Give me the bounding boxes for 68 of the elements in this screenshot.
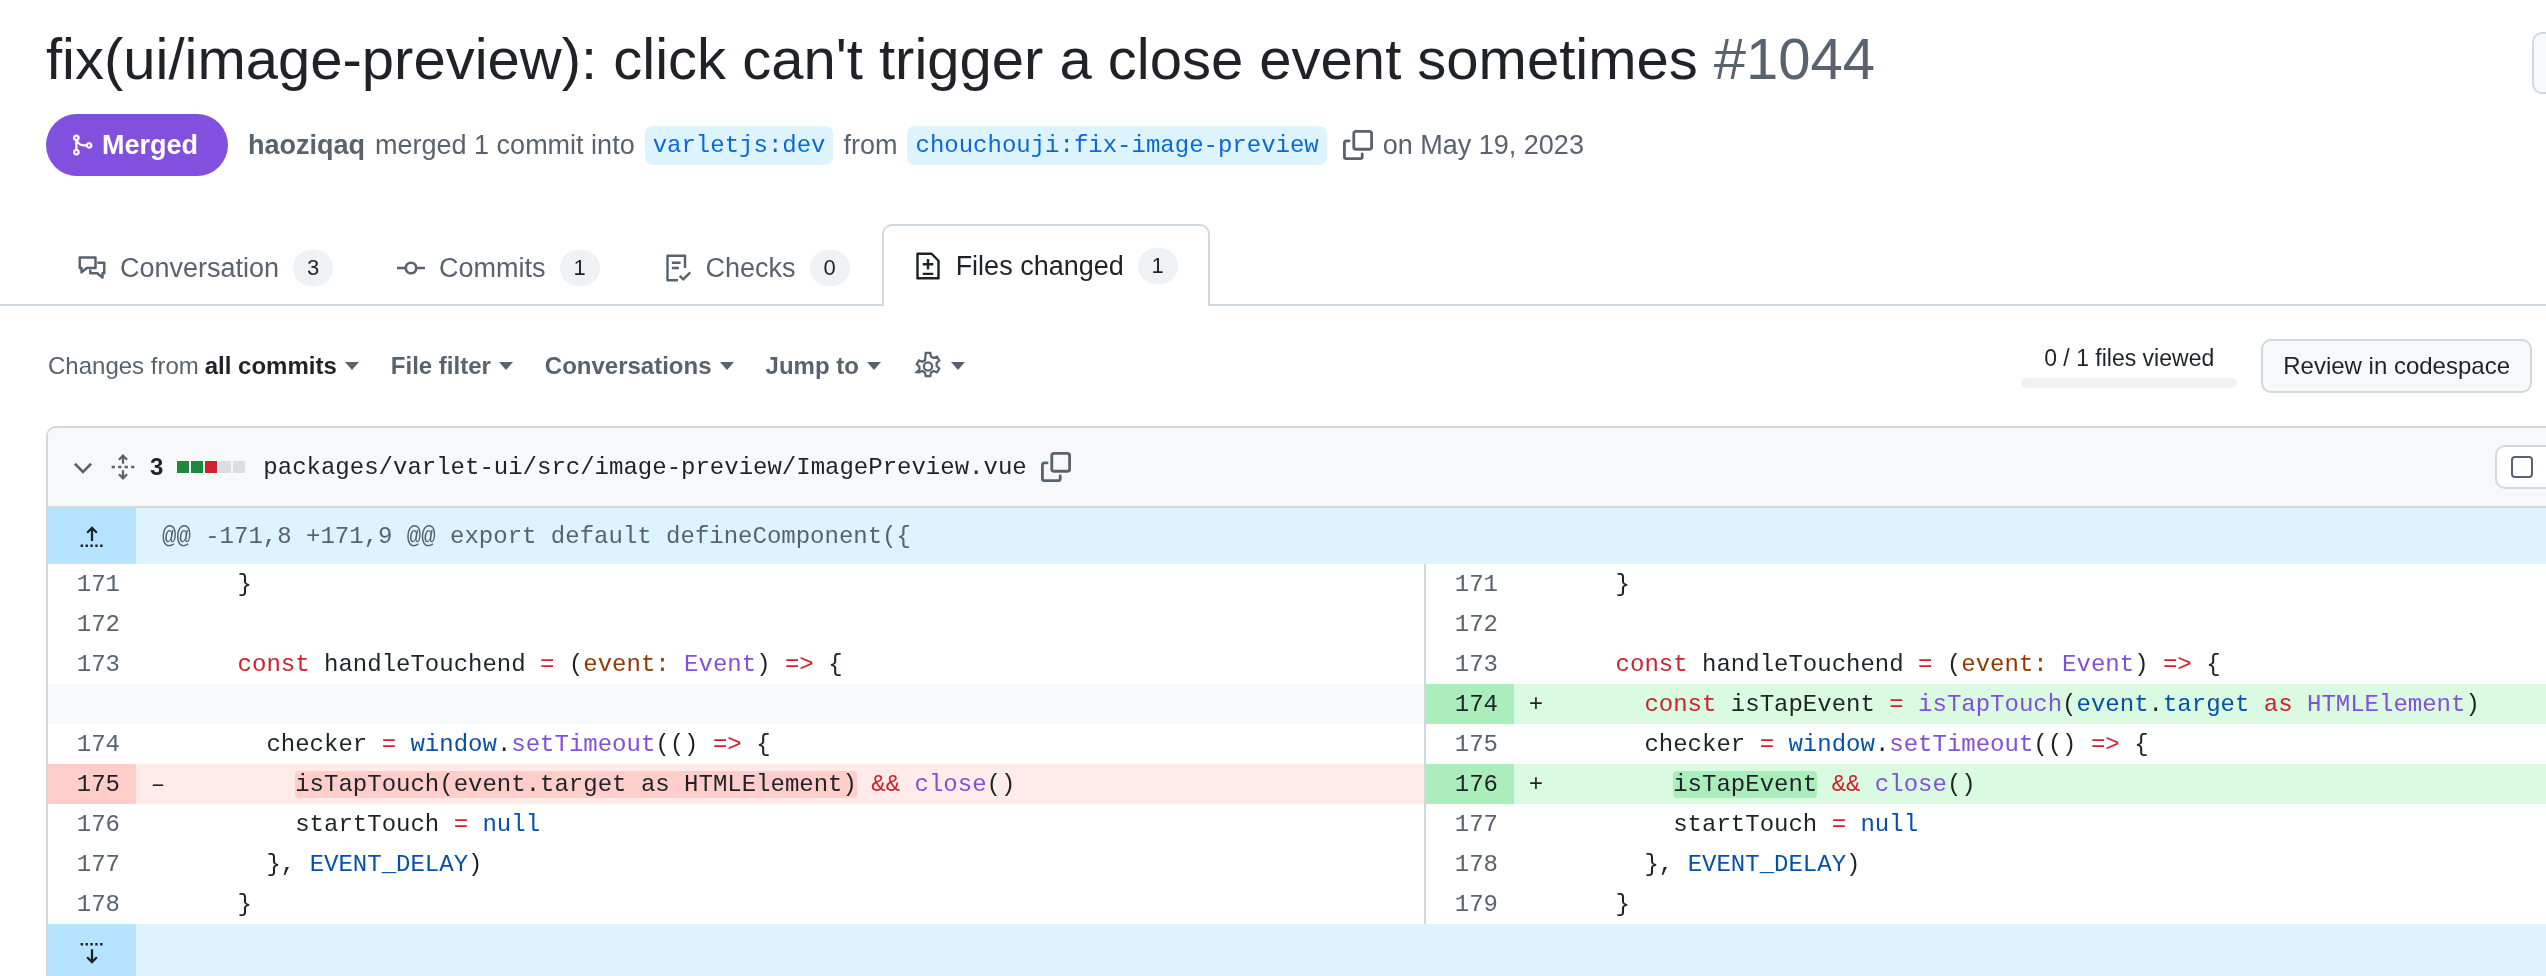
code-line: }, EVENT_DELAY) [1643,850,1861,878]
code-line: startTouch = null [294,810,541,838]
base-branch[interactable]: varletjs:dev [644,125,834,165]
line-number: 172 [75,609,121,640]
code-line: isTapEvent && close() [1672,770,1976,798]
file-diff-icon [913,252,942,280]
line-number: 174 [75,729,121,760]
merge-icon [70,133,94,157]
code-line: } [236,570,252,598]
line-number: 173 [75,649,121,680]
line-number: 171 [75,569,121,600]
line-number: 171 [1453,569,1499,600]
line-number: 176 [1426,764,1514,804]
filter-dropdown[interactable]: Conversations [542,346,744,386]
tab[interactable]: Checks 0 [631,228,882,306]
tab-counter: 1 [559,250,600,286]
diff-sign: + [1527,770,1545,798]
line-number: 179 [1453,889,1499,920]
filter-dropdown[interactable]: File filter [388,346,523,386]
hunk-header: @@ -171,8 +171,9 @@ export default defineComponent({ [162,522,911,550]
line-number: 174 [1426,684,1514,724]
speech-bubbles-icon [78,254,106,282]
code-line: const isTapEvent = isTapTouch(event.target as HTMLElement) [1643,690,2480,718]
code-line: checker = window.setTimeout(() => { [265,730,771,758]
checklist-icon [663,254,692,282]
copy-icon[interactable] [1040,452,1071,482]
head-branch[interactable]: chouchouji:fix-image-preview [907,125,1327,165]
merged-badge: Merged [46,114,229,176]
changes-count: 3 [150,453,164,481]
code-line: }, EVENT_DELAY) [265,850,483,878]
code-line: const handleTouchend = (event: Event) => { [236,650,843,678]
code-line: } [1614,570,1630,598]
line-number: 177 [75,849,121,880]
line-number: 176 [75,809,121,840]
line-number: 172 [1453,609,1499,640]
line-number: 175 [1453,729,1499,760]
code-line: startTouch = null [1672,810,1919,838]
diff-sign: – [149,770,167,798]
file-path[interactable]: packages/varlet-ui/src/image-preview/ImagePreview.vue [263,453,1027,481]
line-number: 178 [75,889,121,920]
line-number: 175 [48,764,136,804]
line-number: 173 [1453,649,1499,680]
line-number: 177 [1453,809,1499,840]
viewed-checkbox[interactable] [2511,456,2533,478]
pr-number: #1044 [1713,25,1876,93]
tab-counter: 3 [293,250,334,286]
files-viewed-label: 0 / 1 files viewed [2044,344,2215,372]
tab[interactable]: Files changed 1 [881,224,1210,306]
merge-date: on May 19, 2023 [1382,129,1584,161]
changes-dropdown[interactable]: Changes from all commits [46,346,369,386]
code-line: const handleTouchend = (event: Event) => { [1614,650,2221,678]
code-line: } [236,890,252,918]
tab[interactable]: Conversation 3 [46,228,366,306]
code-line: checker = window.setTimeout(() => { [1643,730,2149,758]
copy-icon[interactable] [1342,130,1373,160]
tab-counter: 0 [809,250,850,286]
review-in-codespace-button[interactable]: Review in codespace [2261,339,2532,393]
pr-title: fix(ui/image-preview): click can't trigger a close event sometimes [46,25,1698,93]
line-number: 178 [1453,849,1499,880]
diff-sign: + [1527,690,1545,718]
tab[interactable]: Commits 1 [365,228,632,306]
tab-counter: 1 [1137,248,1178,284]
unfold-icon[interactable] [110,454,136,480]
code-line: } [1614,890,1630,918]
author-link[interactable]: haoziqaq [248,129,366,161]
from-label: from [843,129,898,161]
merge-description: merged 1 commit into [375,129,635,161]
filter-dropdown[interactable]: Jump to [763,346,891,386]
